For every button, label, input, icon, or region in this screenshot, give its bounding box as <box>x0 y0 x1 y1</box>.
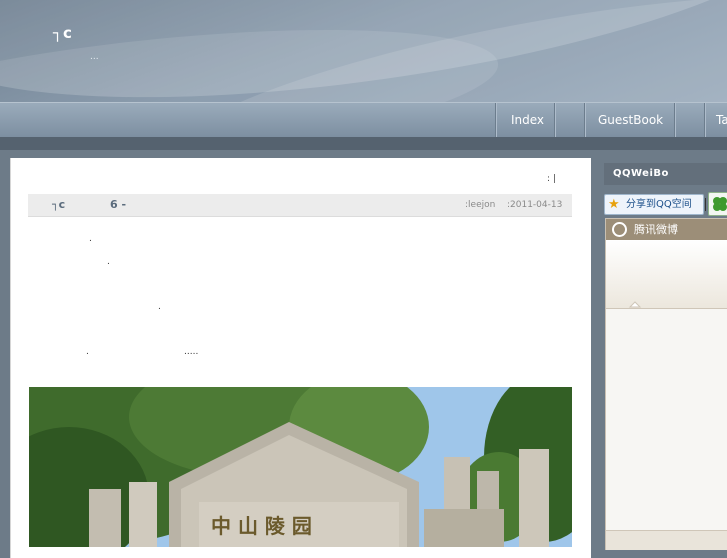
site-subtitle: ... <box>90 52 99 62</box>
clover-icon <box>713 197 727 211</box>
nav-item-guestbook[interactable]: GuestBook <box>598 103 663 137</box>
share-clover-button[interactable] <box>708 192 727 216</box>
post-body-text: ..... <box>184 347 199 357</box>
nav-separator <box>584 103 586 137</box>
post-body-text: . <box>86 347 89 357</box>
post-body-text: . <box>158 302 161 312</box>
site-header: ┐c ... <box>0 0 727 102</box>
weibo-widget: 腾讯微博 <box>605 218 727 550</box>
weibo-footer <box>606 530 727 550</box>
nav-item-index[interactable]: Index <box>511 103 544 137</box>
nav-separator <box>704 103 706 137</box>
main-nav: Index GuestBook Ta <box>0 102 727 138</box>
weibo-pointer <box>628 301 642 308</box>
star-icon: ★ <box>608 197 620 212</box>
post-title-link[interactable]: ┐c <box>52 198 65 211</box>
widget-title-text: QQWeiBo <box>613 168 669 179</box>
post-body-text: . <box>89 234 92 244</box>
sidebar: QQWeiBo ★ 分享到QQ空间 腾讯微博 <box>604 163 727 550</box>
site-title[interactable]: ┐c <box>53 24 73 42</box>
weibo-widget-header[interactable]: 腾讯微博 <box>606 219 727 240</box>
nav-separator <box>674 103 676 137</box>
header-band <box>0 137 727 150</box>
post-header-bar: ┐c 6 - :leejon :2011-04-13 <box>28 194 572 217</box>
photo-sign-text: 中 山 陵 园 <box>211 514 312 538</box>
weibo-profile-area <box>606 240 727 309</box>
post-date: :2011-04-13 <box>507 200 563 210</box>
weibo-logo-icon <box>612 222 627 237</box>
share-label: 分享到QQ空间 <box>626 199 692 210</box>
nav-separator <box>495 103 497 137</box>
post-title-number[interactable]: 6 - <box>110 198 126 211</box>
sidebar-widget-title: QQWeiBo <box>604 163 727 185</box>
post-author[interactable]: :leejon <box>465 200 495 210</box>
post-body-text: . <box>107 257 110 267</box>
nav-separator <box>554 103 556 137</box>
share-qzone-button[interactable]: ★ 分享到QQ空间 <box>604 194 704 215</box>
button-separator <box>705 198 706 211</box>
nav-item-tags[interactable]: Ta <box>716 103 727 137</box>
post-meta: : | <box>547 174 556 184</box>
post-photo: 中 山 陵 园 <box>29 387 572 547</box>
weibo-title: 腾讯微博 <box>634 223 678 236</box>
photo-illustration: 中 山 陵 园 <box>29 387 572 547</box>
